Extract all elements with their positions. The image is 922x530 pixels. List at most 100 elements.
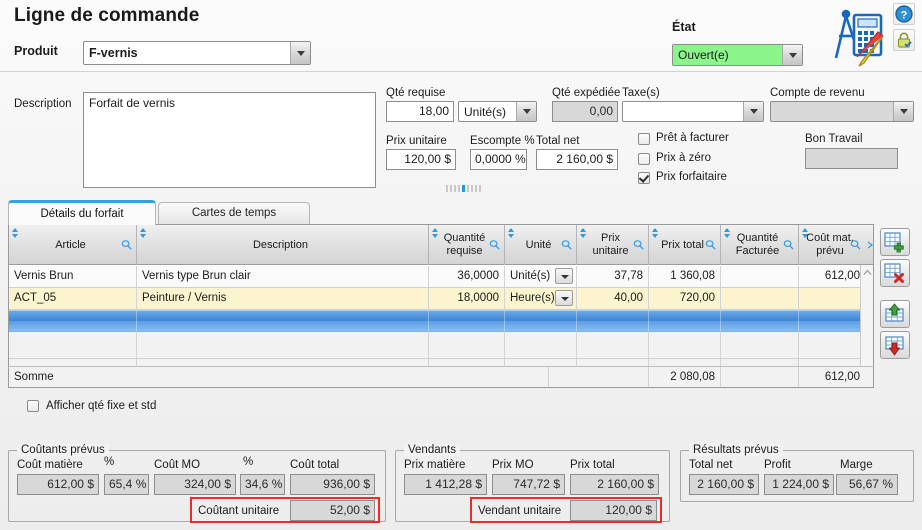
cell-cout-mat-prevu (799, 288, 865, 309)
move-down-button[interactable] (880, 331, 910, 359)
filter-search-icon[interactable] (121, 239, 132, 250)
sort-indicator-icon[interactable] (140, 228, 147, 238)
column-header-unite[interactable]: Unité (505, 225, 577, 265)
net-total-label: Total net (536, 135, 580, 147)
chevron-down-icon[interactable] (516, 102, 536, 121)
column-header-label: Unité (525, 238, 552, 251)
checkbox-ready-to-invoice[interactable] (638, 133, 650, 145)
resultats-total-net-label: Total net (689, 459, 733, 471)
cout-mo-value: 324,00 $ (154, 474, 236, 495)
column-header-article[interactable]: Article (9, 225, 137, 265)
chevron-down-icon[interactable] (893, 102, 913, 121)
resultats-profit-label: Profit (764, 459, 791, 471)
cell-description: Peinture / Vernis (137, 288, 429, 309)
prix-matiere-value: 1 412,28 $ (404, 474, 487, 495)
chevron-down-icon[interactable] (743, 102, 763, 121)
filter-search-icon[interactable] (850, 239, 861, 250)
help-question-icon[interactable]: ? (893, 3, 915, 25)
table-row[interactable]: ACT_05 Peinture / Vernis 18,0000 Heure(s… (9, 288, 873, 310)
cell-quantite-requise: 36,0000 (429, 266, 505, 287)
column-header-quantite-requise[interactable]: Quantité requise (429, 225, 505, 265)
sort-indicator-icon[interactable] (12, 228, 19, 238)
prix-total-label: Prix total (570, 459, 615, 471)
sort-indicator-icon[interactable] (508, 228, 515, 238)
cell-prix-unitaire (577, 311, 649, 332)
unit-combobox[interactable]: Unité(s) (458, 101, 537, 122)
checkbox-flat-price[interactable] (638, 172, 650, 184)
chevron-down-icon[interactable] (782, 45, 802, 65)
sort-indicator-icon[interactable] (432, 228, 439, 238)
description-textarea[interactable]: Forfait de vernis (83, 92, 376, 188)
revenue-account-combobox[interactable] (770, 101, 914, 122)
panel-resultats-title: Résultats prévus (689, 444, 783, 456)
items-grid: Article Description Quantité requise Uni… (8, 224, 874, 388)
sort-indicator-icon[interactable] (580, 228, 587, 238)
cell-prix-total (649, 311, 721, 332)
filter-search-icon[interactable] (705, 239, 716, 250)
column-header-label: Description (252, 238, 309, 251)
column-scroll-right-icon[interactable] (865, 225, 873, 265)
add-row-button[interactable] (880, 228, 910, 256)
table-row-selected[interactable] (9, 310, 873, 332)
unit-value: Unité(s) (464, 104, 507, 119)
filter-search-icon[interactable] (783, 239, 794, 250)
cout-matiere-value: 612,00 $ (17, 474, 99, 495)
revenue-account-label: Compte de revenu (770, 87, 865, 99)
sort-indicator-icon[interactable] (724, 228, 731, 238)
revenue-account-value (771, 102, 893, 121)
splitter-grip[interactable] (446, 183, 488, 192)
cell-article: Vernis Brun (9, 266, 137, 287)
prix-total-value: 2 160,00 $ (570, 474, 659, 495)
cell-empty (577, 332, 649, 358)
taxes-combobox[interactable] (622, 101, 764, 122)
column-header-quantite-facturee[interactable]: Quantité Facturée (721, 225, 799, 265)
sort-indicator-icon[interactable] (802, 228, 809, 238)
table-row[interactable]: Vernis Brun Vernis type Brun clair 36,00… (9, 266, 873, 288)
cell-article (9, 311, 137, 332)
tab-details-du-forfait[interactable]: Détails du forfait (8, 200, 156, 225)
net-total-input[interactable]: 2 160,00 $ (536, 149, 618, 170)
move-up-button[interactable] (880, 300, 910, 328)
window-header: Ligne de commande Produit F-vernis État … (0, 0, 922, 72)
window-icon-buttons: ? (893, 3, 917, 55)
tab-cartes-de-temps[interactable]: Cartes de temps (158, 202, 310, 224)
column-header-prix-total[interactable]: Prix total (649, 225, 721, 265)
column-header-description[interactable]: Description (137, 225, 429, 265)
order-line-window: Ligne de commande Produit F-vernis État … (0, 0, 922, 530)
checkbox-zero-price[interactable] (638, 153, 650, 165)
product-combobox[interactable]: F-vernis (83, 41, 311, 65)
product-value: F-vernis (89, 46, 138, 60)
chevron-down-icon[interactable] (290, 42, 310, 64)
scroll-up-icon[interactable] (863, 268, 872, 277)
unit-dropdown-button[interactable] (555, 268, 573, 284)
filter-search-icon[interactable] (561, 239, 572, 250)
filter-search-icon[interactable] (489, 239, 500, 250)
column-header-label: Coût mat. prévu (806, 232, 854, 257)
unit-price-input[interactable]: 120,00 $ (386, 149, 456, 170)
column-header-prix-unitaire[interactable]: Prix unitaire (577, 225, 649, 265)
coutant-unitaire-label: Coûtant unitaire (198, 505, 280, 517)
checkbox-afficher-qte-fixe[interactable] (27, 400, 39, 412)
header-divider (0, 71, 922, 72)
table-row-empty[interactable] (9, 332, 873, 359)
filter-search-icon[interactable] (633, 239, 644, 250)
unit-dropdown-button[interactable] (555, 290, 573, 306)
cell-quantite-requise: 18,0000 (429, 288, 505, 309)
state-combobox[interactable]: Ouvert(e) (672, 44, 803, 66)
cout-total-label: Coût total (290, 459, 340, 471)
discount-input[interactable]: 0,0000 % (470, 149, 527, 170)
discount-label: Escompte % (470, 135, 535, 147)
resultats-marge-label: Marge (840, 459, 873, 471)
delete-row-button[interactable] (880, 259, 910, 287)
resultats-total-net-value: 2 160,00 $ (689, 474, 759, 495)
description-label: Description (14, 98, 72, 110)
resultats-profit-value: 1 224,00 $ (764, 474, 834, 495)
column-header-cout-mat-prevu[interactable]: Coût mat. prévu (799, 225, 865, 265)
lock-icon[interactable] (893, 29, 915, 51)
prix-mo-value: 747,72 $ (492, 474, 565, 495)
sort-indicator-icon[interactable] (652, 228, 659, 238)
column-header-label: Quantité requise (443, 232, 486, 257)
unit-price-label: Prix unitaire (386, 135, 447, 147)
qty-required-input[interactable]: 18,00 (386, 101, 454, 122)
cell-unite (505, 311, 577, 332)
